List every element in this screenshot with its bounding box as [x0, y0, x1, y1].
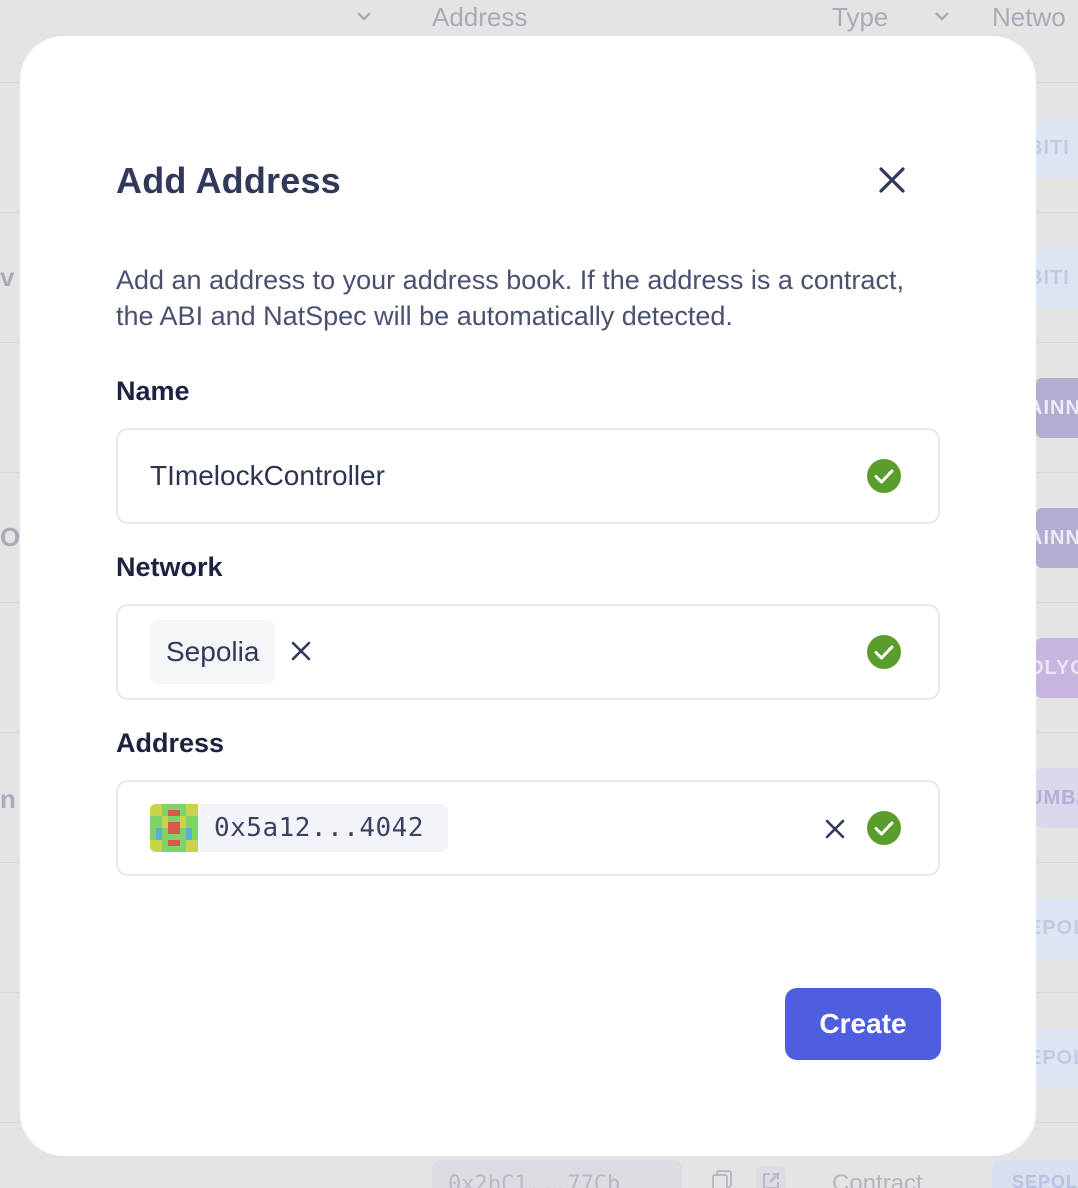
network-chip: EPOL: [1036, 1028, 1078, 1088]
address-value: 0x5a12...4042: [214, 813, 424, 843]
address-field[interactable]: 0x5a12...4042: [116, 780, 940, 876]
network-chip: AINN: [1036, 378, 1078, 438]
chevron-down-icon: [357, 12, 371, 21]
modal-description: Add an address to your address book. If …: [116, 265, 904, 331]
network-select[interactable]: Sepolia: [116, 604, 940, 700]
clear-address-icon[interactable]: [824, 818, 846, 840]
chevron-down-icon: [935, 12, 949, 21]
network-chip: EPOL: [1036, 898, 1078, 958]
remove-network-icon[interactable]: [290, 640, 312, 662]
network-chip: AINN: [1036, 508, 1078, 568]
background-table-row: 0x2bC1...77Cb Contract SEPOL: [0, 1160, 1078, 1188]
address-chip: 0x5a12...4042: [150, 804, 448, 852]
column-header-network: Netwo: [992, 2, 1066, 32]
network-label: Network: [116, 552, 223, 582]
add-address-modal: Add Address Add an address to your addre…: [20, 36, 1036, 1156]
column-header-address: Address: [432, 2, 528, 32]
name-label: Name: [116, 376, 190, 406]
network-tag: Sepolia: [150, 620, 276, 684]
check-circle-icon: [867, 459, 901, 493]
blockie-icon: [150, 804, 198, 852]
copy-icon: [708, 1166, 738, 1188]
column-header-type: Type: [832, 2, 889, 32]
close-button[interactable]: [872, 160, 912, 200]
network-chip: UMB/: [1036, 768, 1078, 828]
check-circle-icon: [867, 635, 901, 669]
background-table-header: Address Type Netwo: [0, 0, 1078, 34]
name-input-value[interactable]: TImelockController: [150, 460, 385, 492]
network-chip: SEPOL: [992, 1160, 1078, 1188]
close-icon: [879, 167, 905, 193]
row-name-fragment: v: [0, 262, 15, 292]
check-circle-icon: [867, 811, 901, 845]
row-address: 0x2bC1...77Cb: [432, 1160, 682, 1188]
row-type: Contract: [832, 1170, 923, 1188]
network-chip: BITI: [1036, 248, 1078, 308]
network-chip: OLYG: [1036, 638, 1078, 698]
name-field[interactable]: TImelockController: [116, 428, 940, 524]
modal-title: Add Address: [116, 160, 341, 201]
row-name-fragment: n: [0, 784, 16, 814]
external-link-icon: [756, 1166, 786, 1188]
network-chip: BITI: [1036, 118, 1078, 178]
address-label: Address: [116, 728, 225, 758]
create-button[interactable]: Create: [785, 988, 941, 1060]
row-name-fragment: OV: [0, 522, 20, 552]
